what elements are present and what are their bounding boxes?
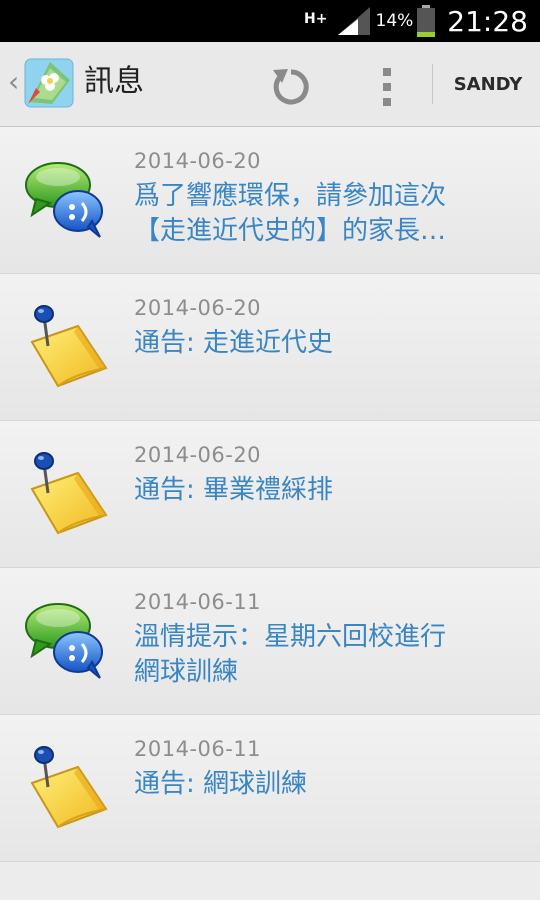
message-date: 2014-06-20: [134, 443, 262, 467]
battery-percent: 14%: [375, 11, 414, 31]
status-bar: H+ 14% 21:28: [0, 0, 540, 42]
message-text: 通告: 網球訓練: [134, 769, 308, 799]
message-date: 2014-06-11: [134, 590, 262, 614]
user-account-button[interactable]: SANDY: [446, 68, 530, 102]
sticky-note-pin-icon: [22, 302, 110, 390]
sticky-note-pin-icon: [22, 449, 110, 537]
message-text: 通告: 畢業禮綵排: [134, 475, 334, 505]
message-item[interactable]: 2014-06-20 通告: 畢業禮綵排: [0, 421, 540, 568]
battery-icon: [417, 5, 436, 37]
message-date: 2014-06-20: [134, 296, 262, 320]
signal-icon: [337, 7, 370, 35]
app-logo-icon[interactable]: [24, 58, 74, 108]
message-date: 2014-06-20: [134, 149, 262, 173]
chat-bubbles-icon: [22, 155, 110, 243]
message-text: 通告: 走進近代史: [134, 328, 334, 358]
page-title: 訊息: [84, 64, 144, 99]
chat-bubbles-icon: [22, 596, 110, 684]
action-bar-divider: [432, 64, 433, 104]
network-type-indicator: H+: [304, 11, 328, 27]
message-text: 爲了響應環保，請參加這次 【走進近代史的】的家長…: [134, 181, 447, 246]
action-bar: ‹ 訊息 SANDY: [0, 42, 540, 127]
message-text: 溫情提示：星期六回校進行 網球訓練: [134, 622, 447, 687]
overflow-menu-icon[interactable]: [370, 62, 404, 112]
message-item[interactable]: 2014-06-11 溫情提示：星期六回校進行 網球訓練: [0, 568, 540, 715]
back-caret-icon[interactable]: ‹: [8, 68, 19, 96]
sticky-note-pin-icon: [22, 743, 110, 831]
refresh-icon[interactable]: [266, 61, 316, 111]
message-item[interactable]: 2014-06-20 通告: 走進近代史: [0, 274, 540, 421]
clock: 21:28: [447, 4, 528, 38]
message-date: 2014-06-11: [134, 737, 262, 761]
message-item[interactable]: 2014-06-11 通告: 網球訓練: [0, 715, 540, 862]
message-list: 2014-06-20 爲了響應環保，請參加這次 【走進近代史的】的家長… 201…: [0, 127, 540, 862]
message-item[interactable]: 2014-06-20 爲了響應環保，請參加這次 【走進近代史的】的家長…: [0, 127, 540, 274]
